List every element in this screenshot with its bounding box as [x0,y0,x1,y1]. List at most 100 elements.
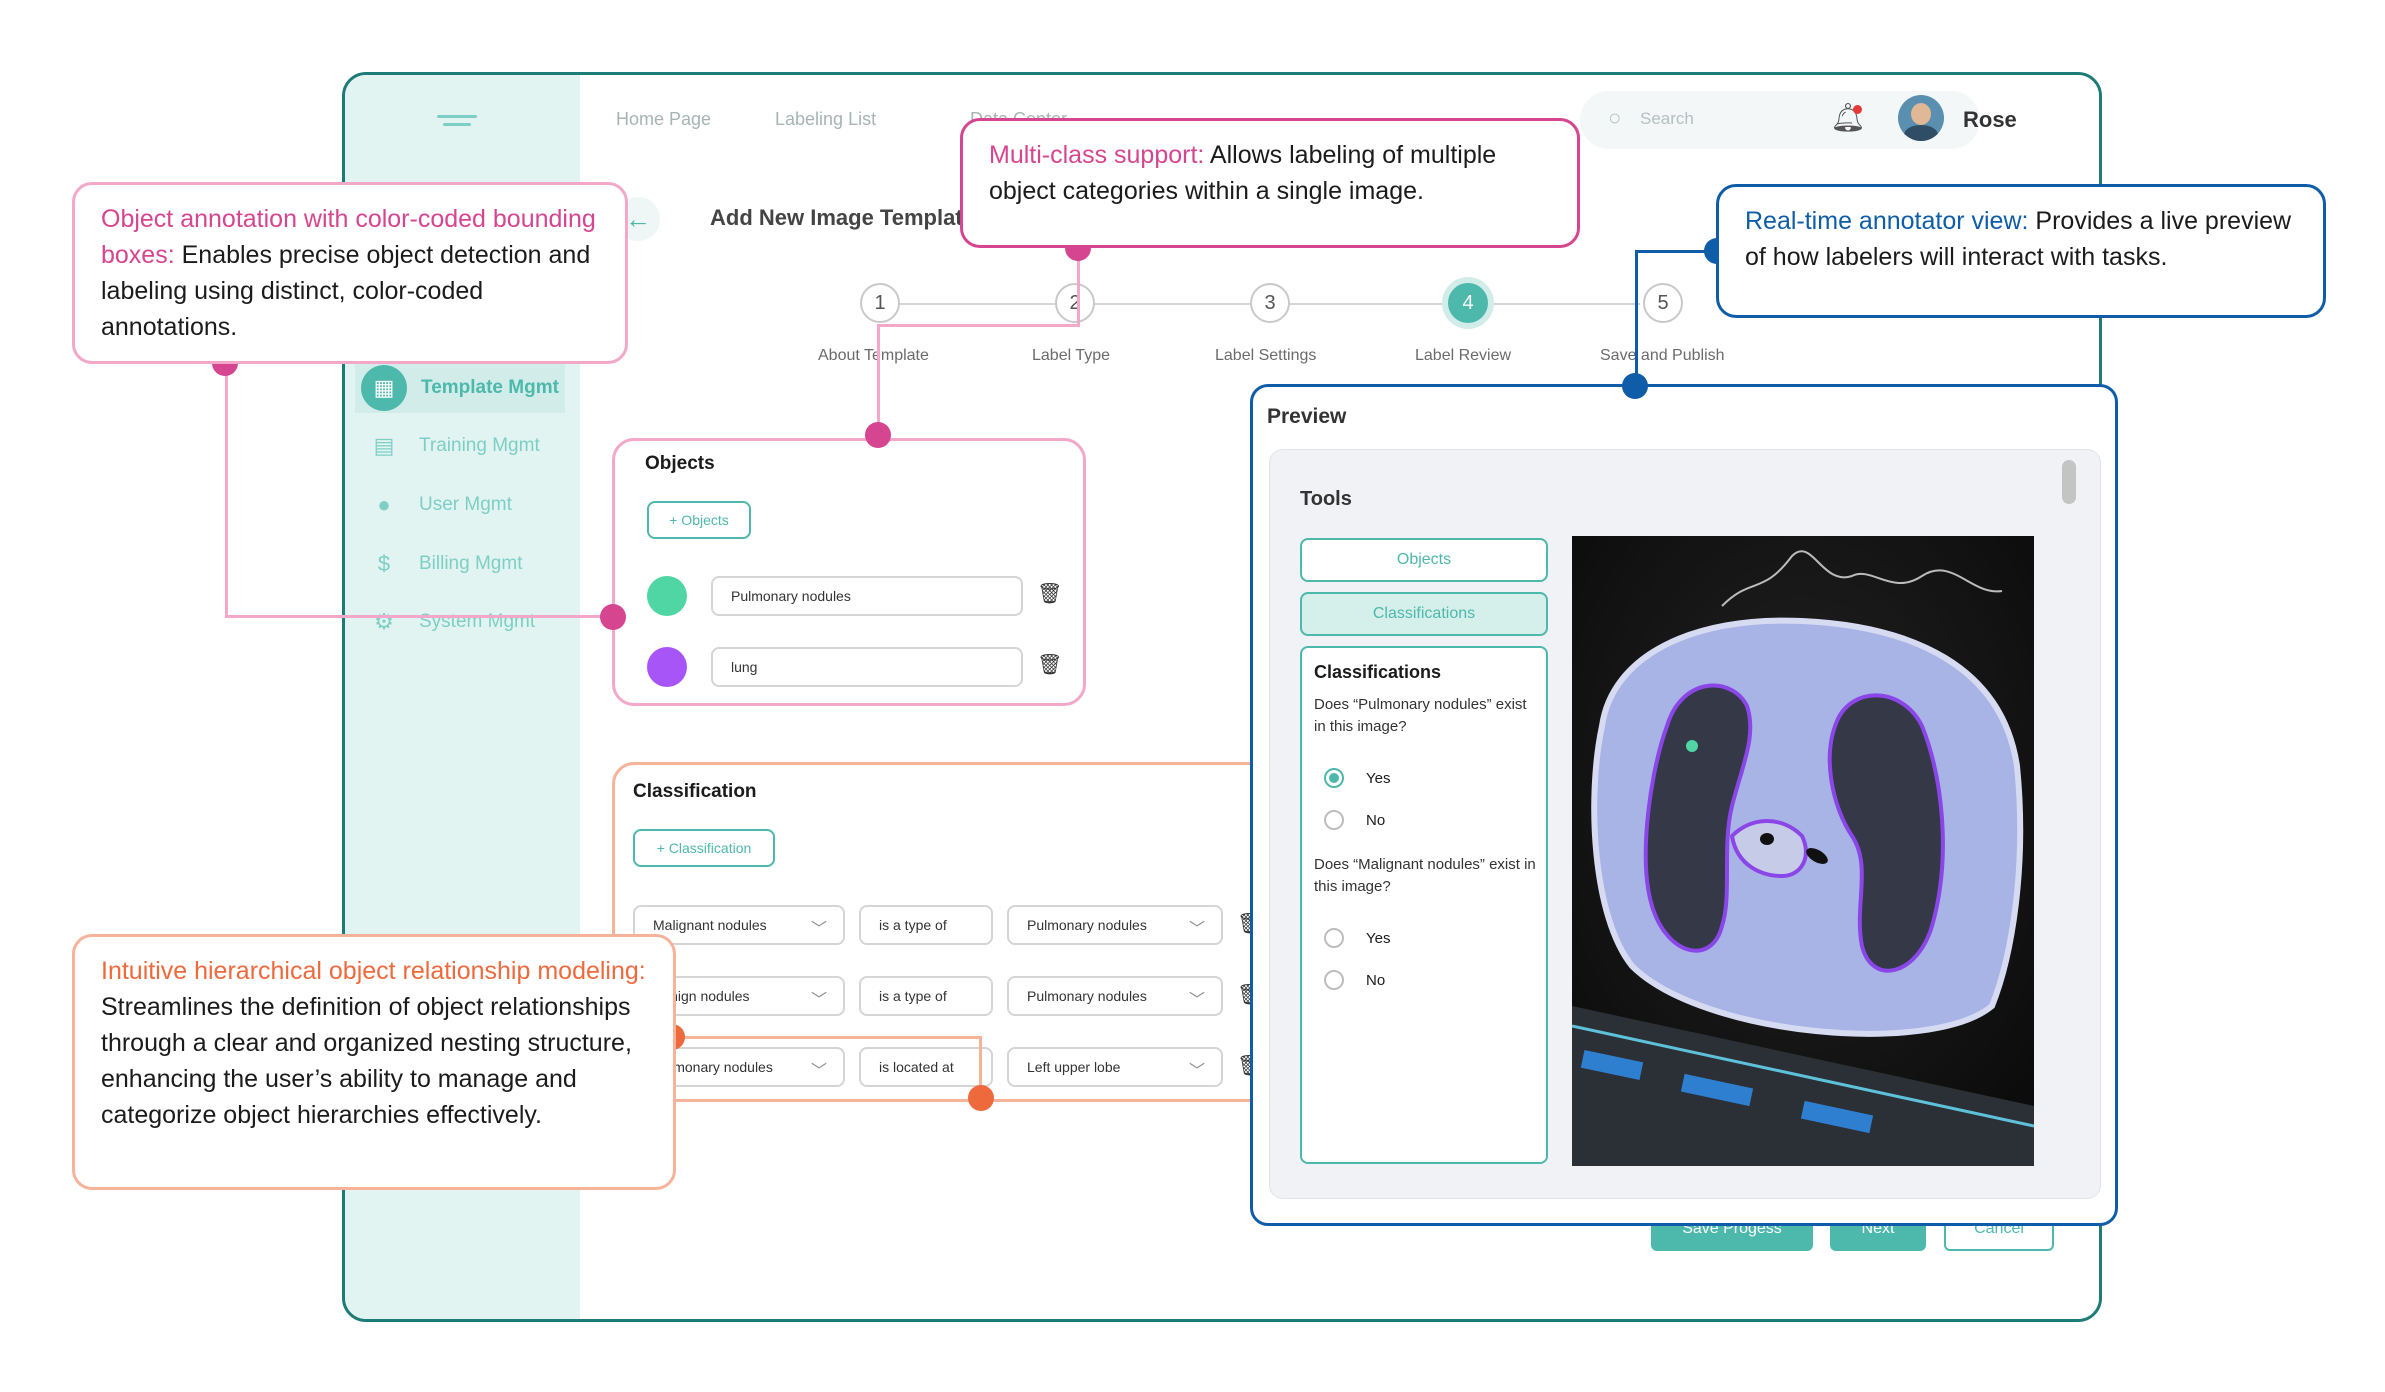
add-objects-button[interactable]: + Objects [647,501,751,539]
connector-line [877,324,880,434]
connector-line [225,362,228,618]
question-text: Does “Pulmonary nodules” exist in this i… [1314,696,1527,735]
radio-label: No [1366,812,1386,829]
avatar[interactable] [1898,95,1944,141]
arrow-left-icon: ← [625,203,651,234]
step-3[interactable]: 3 [1250,283,1290,323]
sidebar-item-label: Template Mgmt [421,377,559,398]
step-2[interactable]: 2 [1055,283,1095,323]
trash-icon[interactable]: 🗑︎ [1037,581,1062,606]
radio-label: No [1366,972,1386,989]
objects-card: Objects + Objects Pulmonary nodules 🗑︎ l… [612,438,1086,706]
classification-target-select[interactable]: Pulmonary nodules ﹀ [1007,905,1223,945]
sidebar-item-user-mgmt[interactable]: ● User Mgmt [355,480,565,530]
menu-icon[interactable] [437,115,477,135]
classification-card: Classification + Classification Malignan… [612,762,1272,1102]
step-label: Label Settings [1215,347,1317,364]
step-label: About Template [818,347,929,364]
radio-no[interactable] [1324,970,1344,990]
stage: ▦ Template Mgmt ▤ Training Mgmt ● User M… [0,0,2385,1392]
connector-line [1635,250,1638,386]
object-name-field[interactable]: lung [711,647,1023,687]
callout-multiclass: Multi-class support: Allows labeling of … [960,118,1580,248]
classification-target-select[interactable]: Left upper lobe ﹀ [1007,1047,1223,1087]
objects-title: Objects [645,453,715,474]
connector-line [877,324,1080,327]
callout-highlight: Multi-class support: [989,141,1205,169]
radio-no[interactable] [1324,810,1344,830]
connector-line [225,615,615,618]
connector-dot [600,604,626,630]
sidebar-item-template-mgmt[interactable]: ▦ Template Mgmt [355,363,565,413]
tool-classifications-button[interactable]: Classifications [1300,592,1548,636]
dollar-icon: $ [377,551,391,576]
search-icon: ○ [1608,105,1622,130]
object-color-swatch[interactable] [647,576,687,616]
classification-target-select[interactable]: Pulmonary nodules ﹀ [1007,976,1223,1016]
chevron-down-icon: ﹀ [1188,1063,1205,1080]
step-5[interactable]: 5 [1643,283,1683,323]
callout-hierarchy: Intuitive hierarchical object relationsh… [72,934,676,1190]
connector-line [1635,250,1715,253]
search-placeholder: Search [1640,109,1694,128]
select-value: Malignant nodules [653,917,767,933]
question-text: Does “Malignant nodules” exist in this i… [1314,856,1536,895]
chevron-down-icon: ﹀ [810,992,827,1009]
sidebar-item-training-mgmt[interactable]: ▤ Training Mgmt [355,421,565,471]
callout-text: Streamlines the definition of object rel… [101,993,632,1129]
page-title: Add New Image Template [710,205,975,230]
chevron-down-icon: ﹀ [810,1063,827,1080]
connector-line [672,1036,982,1039]
step-label: Save and Publish [1600,347,1725,364]
callout-highlight: Intuitive hierarchical object relationsh… [101,957,646,985]
radio-label: Yes [1366,770,1391,787]
ct-scan-image[interactable] [1572,536,2034,1166]
sidebar-item-label: User Mgmt [419,494,512,515]
select-value: Pulmonary nodules [1027,988,1147,1004]
user-name: Rose [1963,107,2017,132]
sidebar-item-billing-mgmt[interactable]: $ Billing Mgmt [355,539,565,589]
callout-realtime: Real-time annotator view: Provides a liv… [1716,184,2326,318]
classifications-panel-title: Classifications [1314,662,1442,682]
chevron-down-icon: ﹀ [1188,992,1205,1009]
connector-dot [865,422,891,448]
classification-relation-field[interactable]: is located at [859,1047,993,1087]
nav-link-home[interactable]: Home Page [616,109,711,130]
calendar-icon: ▤ [373,433,395,458]
chevron-down-icon: ﹀ [810,921,827,938]
scrollbar-thumb[interactable] [2062,460,2076,504]
radio-label: Yes [1366,930,1391,947]
notification-dot [1853,105,1862,114]
select-value: Pulmonary nodules [1027,917,1147,933]
classifications-panel: Classifications Does “Pulmonary nodules”… [1300,646,1548,1164]
gear-icon: ⚙ [374,609,394,634]
callout-bounding-boxes: Object annotation with color-coded bound… [72,182,628,364]
preview-title: Preview [1267,405,1347,428]
preview-frame: Tools Objects Classifications Classifica… [1269,449,2101,1199]
preview-card: Preview Tools Objects Classifications Cl… [1250,384,2118,1226]
classification-title: Classification [633,781,757,802]
nav-link-labeling-list[interactable]: Labeling List [775,109,876,130]
sidebar-item-label: Training Mgmt [419,435,540,456]
radio-yes[interactable] [1324,928,1344,948]
connector-dot [1622,373,1648,399]
step-label: Label Review [1415,347,1512,364]
object-name-field[interactable]: Pulmonary nodules [711,576,1023,616]
callout-highlight: Real-time annotator view: [1745,207,2029,235]
classification-relation-field[interactable]: is a type of [859,976,993,1016]
object-color-swatch[interactable] [647,647,687,687]
callout-text: Enables precise object detection and lab… [101,241,591,341]
trash-icon[interactable]: 🗑︎ [1037,652,1062,677]
step-1[interactable]: 1 [860,283,900,323]
chevron-down-icon: ﹀ [1188,921,1205,938]
classification-relation-field[interactable]: is a type of [859,905,993,945]
tool-objects-button[interactable]: Objects [1300,538,1548,582]
radio-yes[interactable] [1324,768,1344,788]
add-classification-button[interactable]: + Classification [633,829,775,867]
tools-title: Tools [1300,488,1352,510]
connector-dot [968,1085,994,1111]
step-4[interactable]: 4 [1448,283,1488,323]
sidebar-item-system-mgmt[interactable]: ⚙ System Mgmt [355,597,565,647]
step-label: Label Type [1032,347,1110,364]
select-value: Left upper lobe [1027,1059,1121,1075]
